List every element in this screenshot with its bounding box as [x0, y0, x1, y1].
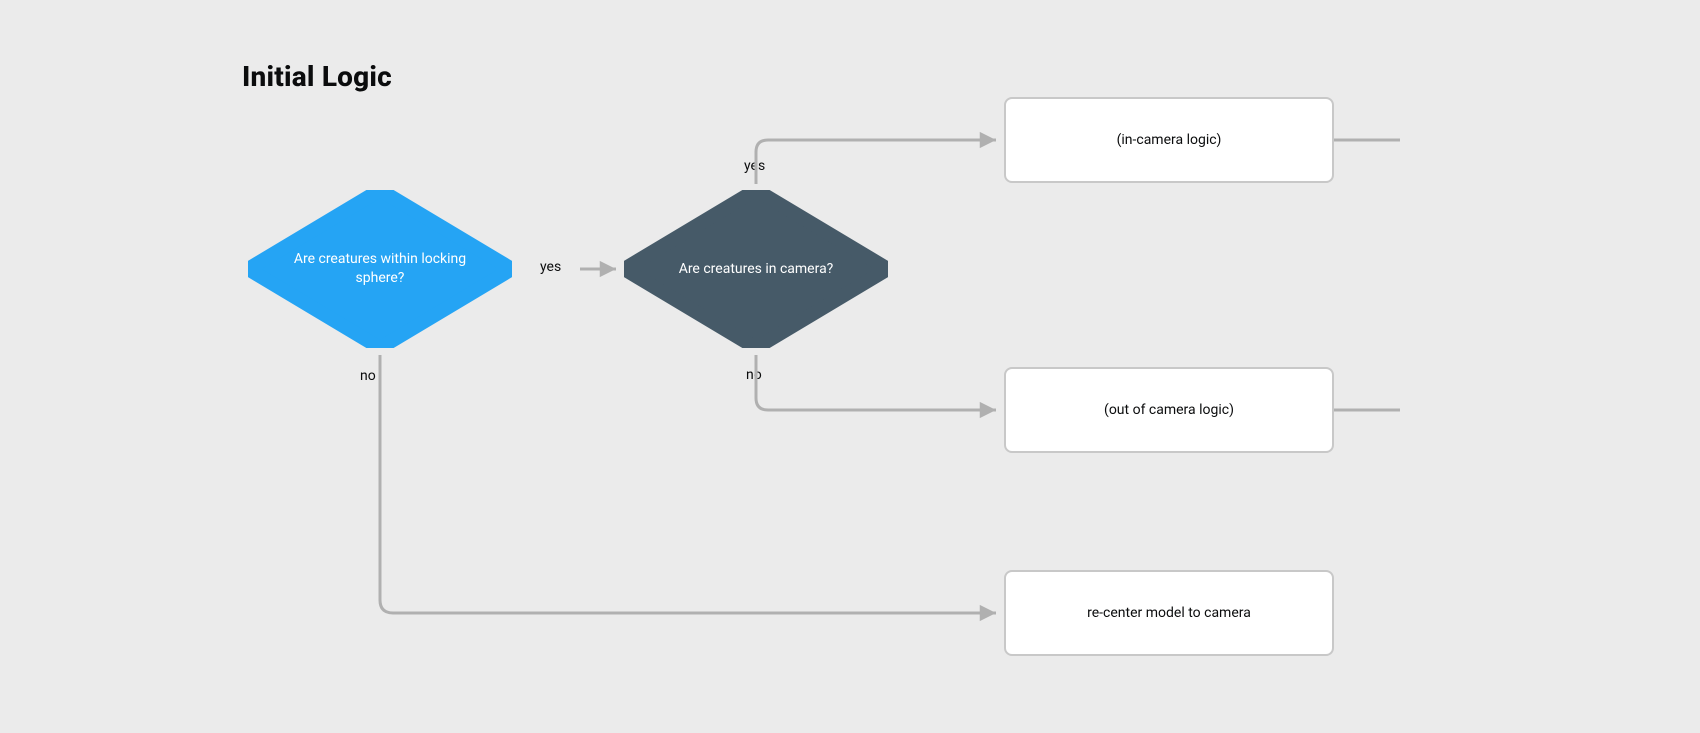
diagram-stage: Initial Logic Are creatures within locki…	[0, 0, 1700, 733]
process-out-of-camera-logic-label: (out of camera logic)	[1104, 402, 1234, 418]
edge-label-d2-no: no	[746, 367, 762, 383]
diagram-edges	[0, 0, 1700, 733]
edge-label-d2-yes: yes	[744, 158, 765, 174]
edge-label-d1-yes: yes	[540, 259, 561, 275]
process-recenter-model-label: re-center model to camera	[1087, 605, 1251, 621]
diagram-title: Initial Logic	[242, 60, 392, 93]
edge-label-d1-no: no	[360, 368, 376, 384]
decision-locking-sphere: Are creatures within locking sphere?	[248, 190, 512, 348]
process-recenter-model: re-center model to camera	[1004, 570, 1334, 656]
process-out-of-camera-logic: (out of camera logic)	[1004, 367, 1334, 453]
process-in-camera-logic-label: (in-camera logic)	[1117, 132, 1222, 148]
process-in-camera-logic: (in-camera logic)	[1004, 97, 1334, 183]
decision-in-camera: Are creatures in camera?	[624, 190, 888, 348]
